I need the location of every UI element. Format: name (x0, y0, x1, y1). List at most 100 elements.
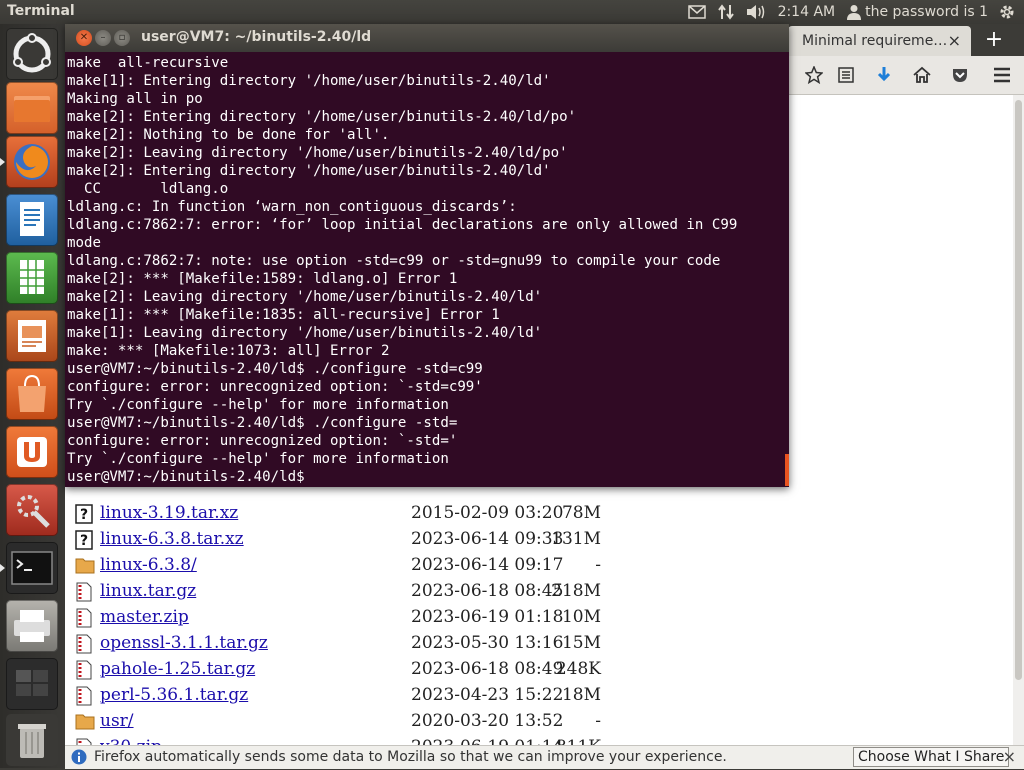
home-icon[interactable] (911, 64, 933, 86)
file-size: 131M (551, 529, 601, 549)
terminal-line: Try `./configure --help' for more inform… (67, 451, 449, 467)
svg-text:?: ? (80, 507, 88, 523)
terminal-line: ldlang.c:7862:7: note: use option -std=c… (67, 253, 721, 269)
compressed-file-icon (75, 634, 95, 654)
volume-icon[interactable] (746, 4, 766, 20)
dash-home-button[interactable] (6, 28, 58, 80)
terminal-line: configure: error: unrecognized option: `… (67, 379, 483, 395)
active-app-title: Terminal (7, 3, 75, 19)
terminal-line: mode (67, 235, 101, 251)
terminal-line: make[2]: Leaving directory '/home/user/b… (67, 289, 543, 305)
scrollbar-thumb[interactable] (1015, 100, 1022, 680)
terminal-title: user@VM7: ~/binutils-2.40/ld (141, 29, 372, 45)
file-link[interactable]: linux-6.3.8.tar.xz (100, 529, 244, 549)
ubuntu-logo-icon (13, 33, 51, 73)
compressed-file-icon (75, 660, 95, 680)
system-settings-button[interactable] (6, 484, 58, 536)
modified-date: 2023-04-23 15:22 (411, 685, 564, 705)
firefox-icon (14, 144, 50, 180)
compressed-file-icon (75, 608, 95, 628)
clock[interactable]: 2:14 AM (778, 4, 836, 20)
software-center-button[interactable] (6, 368, 58, 420)
reading-list-icon[interactable] (835, 64, 857, 86)
file-link[interactable]: pahole-1.25.tar.gz (100, 659, 255, 679)
close-tab-icon[interactable]: × (948, 31, 961, 50)
top-panel: Terminal 2:14 AM the password is 1 (0, 0, 1024, 24)
new-tab-button[interactable]: + (979, 26, 1009, 54)
writer-button[interactable] (6, 194, 58, 246)
page-scrollbar[interactable] (1013, 95, 1024, 745)
close-notification-icon[interactable]: × (1003, 747, 1016, 766)
terminal-line: Making all in po (67, 91, 203, 107)
minimize-window-button[interactable]: – (95, 30, 111, 46)
modified-date: 2023-06-19 01:18 (411, 607, 564, 627)
system-tray: 2:14 AM the password is 1 (687, 0, 1024, 24)
file-link[interactable]: perl-5.36.1.tar.gz (100, 685, 248, 705)
printer-button[interactable] (6, 600, 58, 652)
pocket-icon[interactable] (949, 64, 971, 86)
folder-icon (75, 712, 95, 732)
network-icon[interactable] (717, 4, 734, 20)
modified-date: 2015-02-09 03:20 (411, 503, 564, 523)
terminal-line: ldlang.c: In function ‘warn_non_contiguo… (67, 199, 517, 215)
file-link[interactable]: master.zip (100, 607, 189, 627)
terminal-line: user@VM7:~/binutils-2.40/ld$ ./configure… (67, 361, 483, 377)
terminal-line: make[2]: Entering directory '/home/user/… (67, 109, 577, 125)
spreadsheet-icon (20, 260, 44, 294)
folder-icon (14, 96, 50, 122)
terminal-line: make: *** [Makefile:1073: all] Error 2 (67, 343, 390, 359)
user-menu[interactable]: the password is 1 (847, 4, 988, 20)
close-window-button[interactable]: ✕ (76, 30, 92, 46)
file-link[interactable]: linux-3.19.tar.xz (100, 503, 238, 523)
bookmark-star-icon[interactable] (803, 64, 825, 86)
file-size: - (595, 555, 601, 575)
ubuntu-one-button[interactable] (6, 426, 58, 478)
mail-icon[interactable] (687, 5, 706, 19)
file-size: 218M (551, 581, 601, 601)
impress-button[interactable] (6, 310, 58, 362)
workspace-grid-icon (16, 670, 48, 696)
choose-what-i-share-button[interactable]: Choose What I Share (853, 747, 1010, 767)
terminal-line: Try `./configure --help' for more inform… (67, 397, 449, 413)
menu-icon[interactable] (991, 64, 1013, 86)
file-link[interactable]: usr/ (100, 711, 134, 731)
ubuntu-one-icon (17, 437, 47, 467)
downloads-icon[interactable] (873, 64, 895, 86)
file-link[interactable]: linux-6.3.8/ (100, 555, 197, 575)
notification-message: Firefox automatically sends some data to… (94, 749, 727, 765)
user-icon (847, 5, 862, 20)
file-link[interactable]: openssl-3.1.1.tar.gz (100, 633, 268, 653)
info-icon (71, 749, 87, 769)
workspace-switcher-button[interactable] (6, 658, 58, 710)
trash-button[interactable] (6, 714, 58, 766)
terminal-line: make[1]: Leaving directory '/home/user/b… (67, 325, 543, 341)
firefox-button[interactable] (0, 136, 58, 188)
svg-text:?: ? (80, 533, 88, 549)
compressed-file-icon (75, 686, 95, 706)
terminal-titlebar[interactable]: ✕ – ▫ user@VM7: ~/binutils-2.40/ld (65, 24, 789, 52)
file-link[interactable]: linux.tar.gz (100, 581, 196, 601)
file-size: - (595, 711, 601, 731)
terminal-line: CC ldlang.o (67, 181, 229, 197)
tab-minimal-requirements[interactable]: Minimal requireme… × (788, 26, 971, 56)
file-size: 248K (555, 659, 601, 679)
terminal-scrollbar[interactable] (785, 454, 789, 486)
terminal-line: make[2]: Nothing to be done for 'all'. (67, 127, 390, 143)
running-indicator (0, 564, 5, 572)
notification-bar: Firefox automatically sends some data to… (65, 745, 1024, 769)
file-size: 78M (561, 503, 601, 523)
files-button[interactable] (6, 82, 58, 134)
document-icon (20, 202, 44, 236)
maximize-window-button[interactable]: ▫ (114, 30, 130, 46)
modified-date: 2023-06-18 08:49 (411, 659, 564, 679)
running-indicator (0, 158, 5, 166)
terminal-line: make[2]: Entering directory '/home/user/… (67, 163, 551, 179)
terminal-button[interactable] (0, 542, 58, 594)
calc-button[interactable] (6, 252, 58, 304)
printer-icon (14, 610, 50, 642)
terminal-output[interactable]: make all-recursive make[1]: Entering dir… (67, 54, 787, 487)
gear-icon[interactable] (998, 3, 1016, 21)
terminal-line: make all-recursive (67, 55, 229, 71)
terminal-window: ✕ – ▫ user@VM7: ~/binutils-2.40/ld make … (65, 24, 789, 487)
file-size: 15M (561, 633, 601, 653)
